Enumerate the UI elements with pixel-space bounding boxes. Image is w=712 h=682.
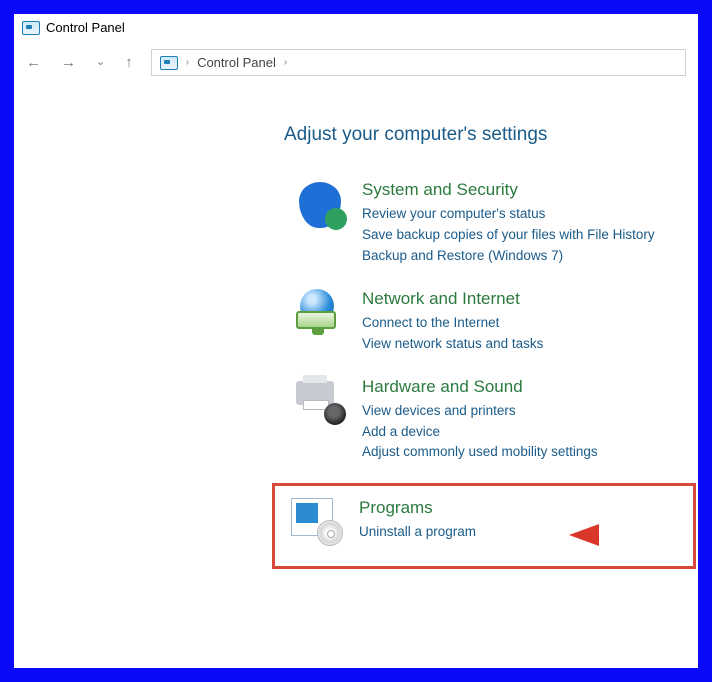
forward-button[interactable]: → [61,55,76,70]
titlebar: Control Panel [14,14,698,41]
navbar: ← → ⌄ ↑ › Control Panel › [14,41,698,84]
control-panel-window: Control Panel ← → ⌄ ↑ › Control Panel › … [14,14,698,668]
page-heading: Adjust your computer's settings [284,124,678,146]
category-title[interactable]: Hardware and Sound [362,377,598,397]
globe-icon [294,289,346,337]
programs-icon [291,498,343,546]
up-button[interactable]: ↑ [125,55,133,70]
nav-controls: ← → ⌄ ↑ [26,55,133,70]
chevron-right-icon: › [284,57,287,68]
link-uninstall-program[interactable]: Uninstall a program [359,522,476,543]
chevron-right-icon: › [186,57,189,68]
link-devices-printers[interactable]: View devices and printers [362,401,598,422]
link-add-device[interactable]: Add a device [362,422,598,443]
address-bar[interactable]: › Control Panel › [151,49,686,76]
content-area: Adjust your computer's settings System a… [14,84,698,668]
recent-dropdown[interactable]: ⌄ [96,57,105,68]
link-mobility-settings[interactable]: Adjust commonly used mobility settings [362,442,598,463]
link-network-status[interactable]: View network status and tasks [362,334,543,355]
category-network-internet: Network and Internet Connect to the Inte… [294,289,678,355]
category-system-security: System and Security Review your computer… [294,180,678,267]
category-title[interactable]: System and Security [362,180,655,200]
category-list: System and Security Review your computer… [294,180,678,569]
highlight-box: Programs Uninstall a program [272,483,696,569]
back-button[interactable]: ← [26,55,41,70]
link-backup-restore[interactable]: Backup and Restore (Windows 7) [362,246,655,267]
breadcrumb-root[interactable]: Control Panel [197,55,276,70]
shield-icon [294,180,346,228]
category-hardware-sound: Hardware and Sound View devices and prin… [294,377,678,464]
arrow-icon [569,520,655,550]
category-title[interactable]: Programs [359,498,476,518]
link-review-status[interactable]: Review your computer's status [362,204,655,225]
category-title[interactable]: Network and Internet [362,289,543,309]
control-panel-icon [160,56,178,70]
printer-icon [294,377,346,425]
window-title: Control Panel [46,20,125,35]
control-panel-icon [22,21,40,35]
link-file-history[interactable]: Save backup copies of your files with Fi… [362,225,655,246]
link-connect-internet[interactable]: Connect to the Internet [362,313,543,334]
